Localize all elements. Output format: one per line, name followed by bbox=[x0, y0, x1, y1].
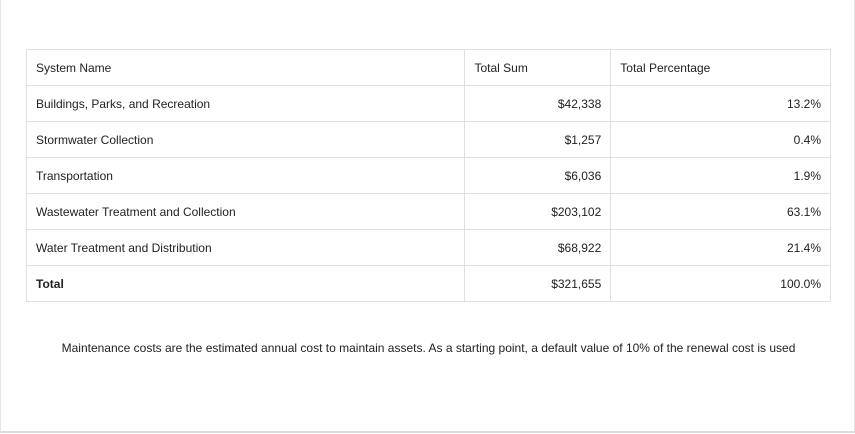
total-sum-cell: $321,655 bbox=[464, 265, 612, 302]
total-percentage-cell: 63.1% bbox=[610, 193, 831, 230]
system-name-cell: Buildings, Parks, and Recreation bbox=[25, 85, 466, 122]
total-percentage-cell: 0.4% bbox=[610, 121, 831, 158]
table-row: Buildings, Parks, and Recreation $42,338… bbox=[25, 85, 831, 122]
system-name-cell: Wastewater Treatment and Collection bbox=[25, 193, 466, 230]
total-sum-cell: $1,257 bbox=[464, 121, 612, 158]
total-label-cell: Total bbox=[25, 265, 466, 302]
total-percentage-cell: 100.0% bbox=[610, 265, 831, 302]
system-name-cell: Transportation bbox=[25, 157, 466, 194]
summary-panel: System Name Total Sum Total Percentage B… bbox=[0, 0, 855, 433]
total-sum-cell: $6,036 bbox=[464, 157, 612, 194]
total-percentage-cell: 13.2% bbox=[610, 85, 831, 122]
system-cost-table: System Name Total Sum Total Percentage B… bbox=[25, 49, 831, 302]
system-name-cell: Stormwater Collection bbox=[25, 121, 466, 158]
table-header-row: System Name Total Sum Total Percentage bbox=[25, 49, 831, 86]
table-row: Transportation $6,036 1.9% bbox=[25, 157, 831, 194]
table-row: Wastewater Treatment and Collection $203… bbox=[25, 193, 831, 230]
column-header-total-percentage: Total Percentage bbox=[610, 49, 831, 86]
total-percentage-cell: 1.9% bbox=[610, 157, 831, 194]
column-header-system-name: System Name bbox=[25, 49, 466, 86]
system-name-cell: Water Treatment and Distribution bbox=[25, 229, 466, 266]
column-header-total-sum: Total Sum bbox=[464, 49, 612, 86]
total-sum-cell: $68,922 bbox=[464, 229, 612, 266]
table-row: Water Treatment and Distribution $68,922… bbox=[25, 229, 831, 266]
total-sum-cell: $42,338 bbox=[464, 85, 612, 122]
total-sum-cell: $203,102 bbox=[464, 193, 612, 230]
total-percentage-cell: 21.4% bbox=[610, 229, 831, 266]
maintenance-cost-note: Maintenance costs are the estimated annu… bbox=[61, 341, 796, 355]
table-row: Stormwater Collection $1,257 0.4% bbox=[25, 121, 831, 158]
total-row: Total $321,655 100.0% bbox=[25, 265, 831, 302]
